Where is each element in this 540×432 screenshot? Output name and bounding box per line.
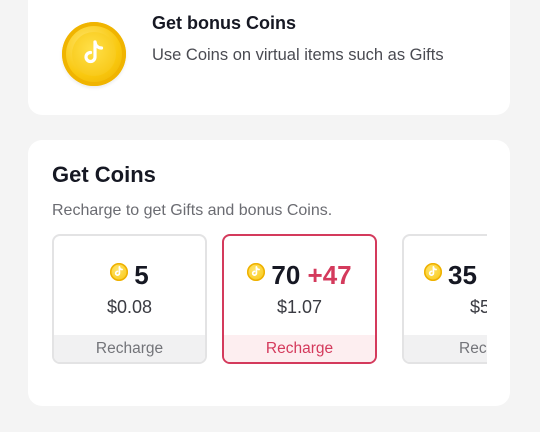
package-coins: 35	[448, 260, 477, 290]
package-bonus: +47	[307, 260, 352, 290]
bonus-title: Get bonus Coins	[152, 13, 296, 33]
coin-packages-list[interactable]: 5 $0.08 Recharge 70 +47 $1.07 Recharge 3…	[52, 234, 487, 368]
package-price: $5	[470, 297, 487, 317]
recharge-button[interactable]: Recharge	[54, 335, 205, 362]
package-price: $0.08	[106, 297, 153, 317]
bonus-description: Use Coins on virtual items such as Gifts	[152, 46, 444, 64]
coin-icon	[62, 22, 126, 86]
get-coins-title: Get Coins	[52, 162, 156, 187]
package-coins: 5	[134, 260, 149, 290]
package-price: $1.07	[276, 297, 323, 317]
coin-icon	[424, 263, 442, 281]
recharge-button[interactable]: Rec	[404, 335, 487, 362]
get-coins-subtitle: Recharge to get Gifts and bonus Coins.	[52, 202, 333, 219]
coin-package-70[interactable]: 70 +47 $1.07 Recharge	[222, 234, 377, 364]
package-coins: 70	[271, 260, 301, 290]
coin-package-35[interactable]: 35 $5 Rec	[402, 234, 487, 364]
recharge-button[interactable]: Recharge	[224, 335, 375, 362]
coin-icon	[247, 263, 266, 281]
coin-package-5[interactable]: 5 $0.08 Recharge	[52, 234, 207, 364]
coin-icon	[110, 263, 129, 281]
